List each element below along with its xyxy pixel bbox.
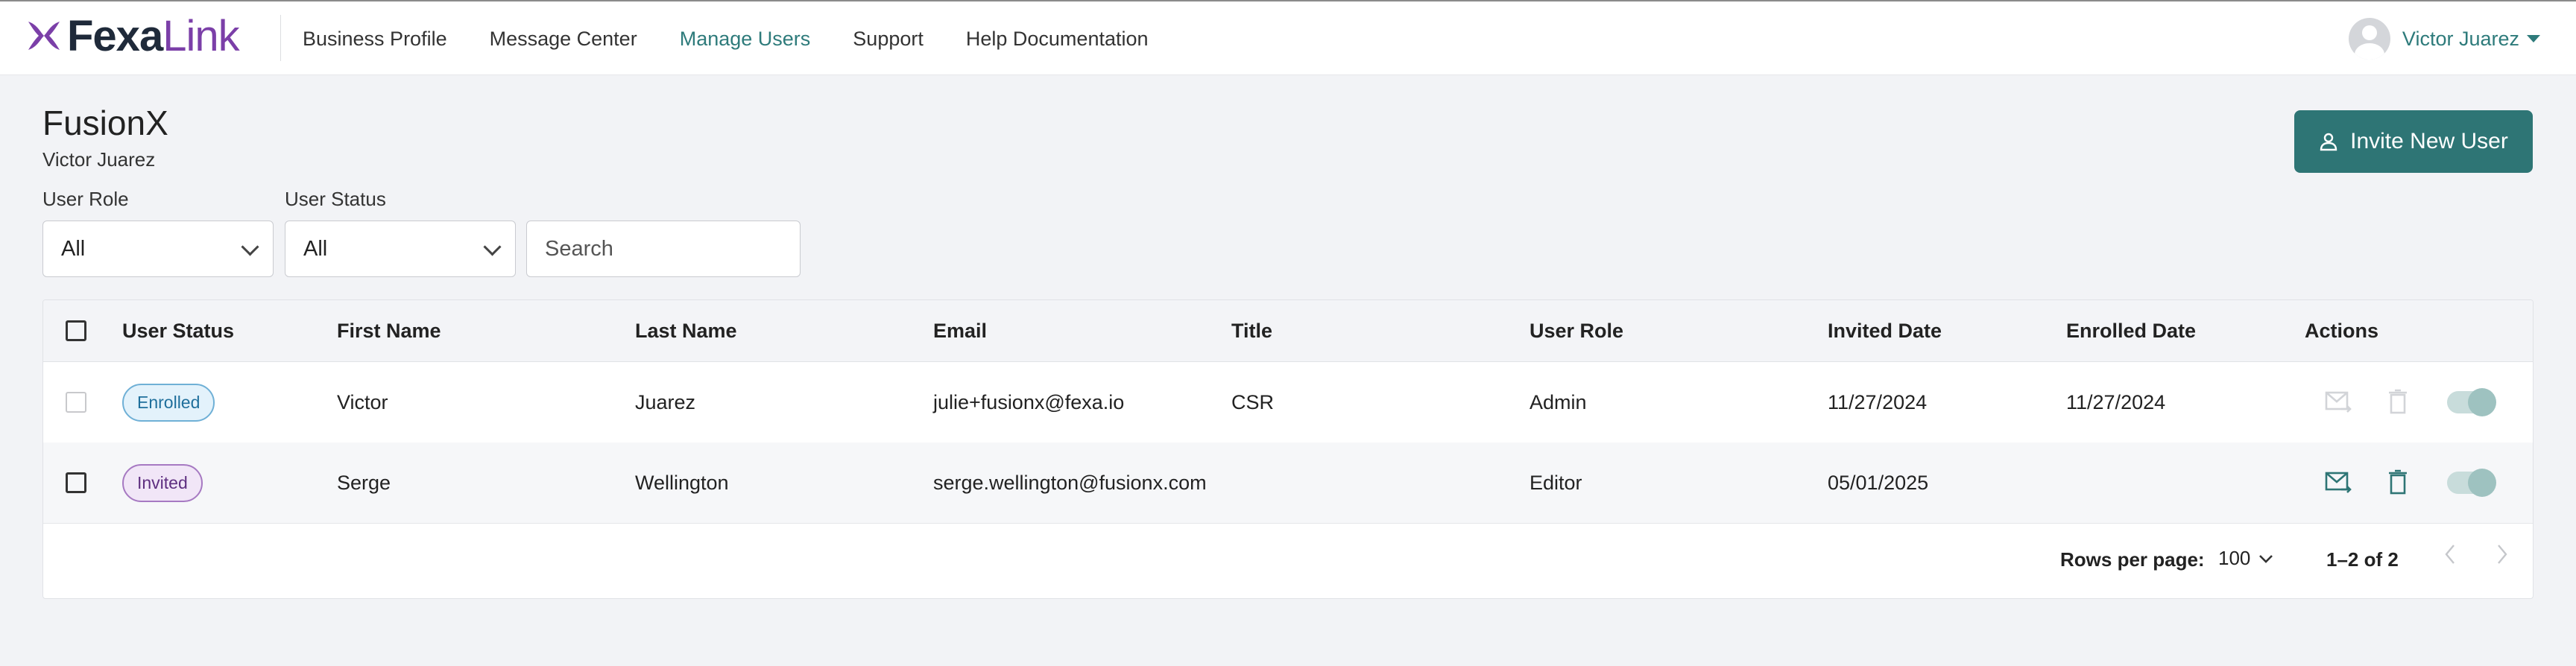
page-subtitle: Victor Juarez bbox=[42, 148, 156, 171]
title-cell: CSR bbox=[1231, 390, 1275, 413]
user-role-cell: Editor bbox=[1530, 471, 1582, 494]
invited-date-cell: 11/27/2024 bbox=[1828, 390, 1928, 413]
logo-text-fexa: Fexa bbox=[67, 11, 163, 60]
fexalink-logo[interactable]: Fexa Link bbox=[25, 11, 240, 60]
nav-message-center[interactable]: Message Center bbox=[490, 28, 637, 51]
user-role-value: All bbox=[61, 236, 86, 261]
delete-icon bbox=[2389, 389, 2407, 414]
page-title: FusionX bbox=[42, 104, 168, 142]
enrolled-date-cell bbox=[2053, 443, 2291, 523]
person-icon bbox=[2320, 133, 2337, 151]
status-badge: Enrolled bbox=[122, 383, 215, 422]
user-status-label: User Status bbox=[285, 188, 386, 210]
user-active-toggle[interactable] bbox=[2447, 469, 2496, 497]
invited-date-cell: 05/01/2025 bbox=[1828, 471, 1929, 494]
resend-invite-icon[interactable] bbox=[2325, 471, 2353, 495]
invite-new-user-button[interactable]: Invite New User bbox=[2294, 110, 2533, 173]
user-status-select[interactable]: All bbox=[285, 221, 516, 277]
nav-help-documentation[interactable]: Help Documentation bbox=[966, 28, 1149, 51]
table-row: Invited Serge Wellington serge.wellingto… bbox=[43, 443, 2533, 524]
status-badge: Invited bbox=[122, 463, 203, 502]
nav-business-profile[interactable]: Business Profile bbox=[303, 28, 447, 51]
select-all-checkbox[interactable] bbox=[66, 320, 86, 341]
email-cell: serge.wellington@fusionx.com bbox=[933, 471, 1207, 494]
table-header-row: User Status First Name Last Name Email T… bbox=[43, 300, 2533, 362]
table-row: Enrolled Victor Juarez julie+fusionx@fex… bbox=[43, 362, 2533, 443]
search-input[interactable] bbox=[526, 221, 801, 277]
first-name-cell: Serge bbox=[337, 471, 391, 494]
last-name-cell: Juarez bbox=[635, 390, 696, 413]
user-status-value: All bbox=[303, 236, 328, 261]
last-name-cell: Wellington bbox=[635, 471, 729, 494]
logo-divider bbox=[280, 15, 281, 61]
rows-per-page-value: 100 bbox=[2218, 547, 2251, 569]
pagination-range: 1–2 of 2 bbox=[2326, 548, 2399, 571]
title-cell bbox=[1218, 443, 1516, 523]
fexa-logo-mark-icon bbox=[28, 22, 60, 50]
header-user-role[interactable]: User Role bbox=[1516, 300, 1814, 361]
first-name-cell: Victor bbox=[337, 390, 388, 413]
chevron-down-icon bbox=[483, 238, 502, 256]
header-title[interactable]: Title bbox=[1218, 300, 1516, 361]
user-name: Victor Juarez bbox=[2402, 27, 2519, 50]
nav-manage-users[interactable]: Manage Users bbox=[680, 28, 811, 51]
rows-per-page-label: Rows per page: bbox=[2060, 548, 2205, 571]
delete-icon[interactable] bbox=[2388, 469, 2408, 495]
resend-invite-icon bbox=[2325, 391, 2352, 413]
rows-per-page-select[interactable]: 100 bbox=[2218, 547, 2274, 570]
chevron-down-icon bbox=[2259, 554, 2273, 563]
caret-down-icon bbox=[2527, 35, 2540, 42]
header-actions: Actions bbox=[2305, 319, 2379, 342]
avatar-icon bbox=[2348, 18, 2390, 60]
invite-button-label: Invite New User bbox=[2350, 129, 2508, 153]
main-nav: Business Profile Message Center Manage U… bbox=[303, 1, 1191, 77]
top-navigation-bar: Fexa Link Business Profile Message Center… bbox=[0, 0, 2576, 75]
user-role-label: User Role bbox=[42, 188, 129, 210]
header-email[interactable]: Email bbox=[920, 300, 1218, 361]
logo-text-link: Link bbox=[162, 11, 239, 60]
nav-support[interactable]: Support bbox=[853, 28, 924, 51]
user-role-cell: Admin bbox=[1530, 390, 1587, 413]
user-active-toggle bbox=[2447, 388, 2496, 416]
header-last-name[interactable]: Last Name bbox=[622, 300, 920, 361]
header-enrolled-date[interactable]: Enrolled Date bbox=[2053, 300, 2291, 361]
row-checkbox bbox=[66, 392, 86, 413]
user-menu[interactable]: Victor Juarez bbox=[2348, 18, 2540, 60]
enrolled-date-cell: 11/27/2024 bbox=[2066, 390, 2166, 413]
previous-page-icon[interactable] bbox=[2439, 539, 2461, 569]
email-cell: julie+fusionx@fexa.io bbox=[933, 390, 1125, 413]
header-invited-date[interactable]: Invited Date bbox=[1814, 300, 2053, 361]
next-page-icon[interactable] bbox=[2491, 539, 2513, 569]
header-user-status[interactable]: User Status bbox=[109, 300, 323, 361]
row-checkbox[interactable] bbox=[66, 472, 86, 493]
header-first-name[interactable]: First Name bbox=[323, 300, 622, 361]
user-role-select[interactable]: All bbox=[42, 221, 274, 277]
chevron-down-icon bbox=[241, 238, 259, 256]
